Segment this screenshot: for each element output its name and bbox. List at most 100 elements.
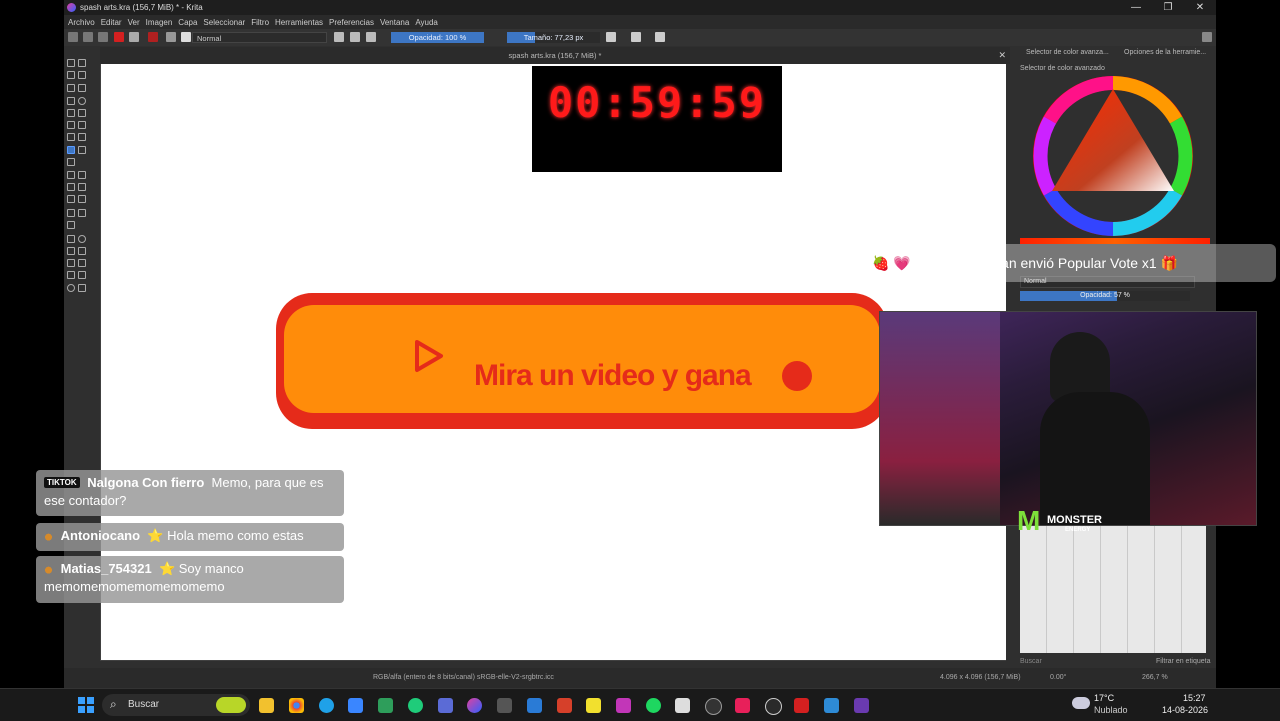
store-icon[interactable] <box>348 698 363 713</box>
weather-temp[interactable]: 17°C <box>1094 693 1114 703</box>
opacity-slider[interactable]: Opacidad: 100 % <box>391 32 484 43</box>
pan-tool-icon[interactable] <box>78 284 86 292</box>
file-explorer-icon[interactable] <box>259 698 274 713</box>
menu-archivo[interactable]: Archivo <box>68 18 95 27</box>
app-icon[interactable] <box>408 698 423 713</box>
app-icon[interactable] <box>705 698 722 715</box>
freehand-select-tool-icon[interactable] <box>78 247 86 255</box>
save-icon[interactable] <box>98 32 108 42</box>
line-tool-icon[interactable] <box>78 84 86 92</box>
smart-patch-tool-icon[interactable] <box>78 183 86 191</box>
rectangle-tool-icon[interactable] <box>67 97 75 105</box>
contiguous-select-tool-icon[interactable] <box>67 259 75 267</box>
menu-ver[interactable]: Ver <box>128 18 140 27</box>
brush-search-input[interactable]: Buscar <box>1020 658 1042 665</box>
layer-opacity-slider[interactable]: Opacidad: 57 % <box>1020 291 1190 301</box>
menu-editar[interactable]: Editar <box>101 18 122 27</box>
edge-icon[interactable] <box>319 698 334 713</box>
blend-mode-select[interactable]: Normal <box>192 32 327 43</box>
reference-images-tool-icon[interactable] <box>67 221 75 229</box>
mirror-vertical-icon[interactable] <box>631 32 641 42</box>
multibrush-tool-icon[interactable] <box>78 133 86 141</box>
move-tool-icon[interactable] <box>78 146 86 154</box>
filter-tag-checkbox[interactable]: Filtrar en etiqueta <box>1156 658 1210 665</box>
app-icon[interactable] <box>557 698 572 713</box>
polyline-tool-icon[interactable] <box>78 109 86 117</box>
taskbar-search[interactable]: ⌕ Buscar <box>102 694 250 716</box>
app-icon[interactable] <box>675 698 690 713</box>
eraser-icon[interactable] <box>334 32 344 42</box>
colorize-mask-tool-icon[interactable] <box>67 183 75 191</box>
mirror-horizontal-icon[interactable] <box>606 32 616 42</box>
app-icon[interactable] <box>616 698 631 713</box>
spotify-icon[interactable] <box>646 698 661 713</box>
zoom-level[interactable]: 266,7 % <box>1142 674 1168 681</box>
open-document-icon[interactable] <box>83 32 93 42</box>
close-tab-icon[interactable]: ✕ <box>998 47 1006 64</box>
krita-taskbar-icon[interactable] <box>467 698 482 713</box>
menu-ventana[interactable]: Ventana <box>380 18 409 27</box>
measure-tool-icon[interactable] <box>78 209 86 217</box>
freehand-path-tool-icon[interactable] <box>78 121 86 129</box>
weather-desc[interactable]: Nublado <box>1094 705 1128 715</box>
windows-start-icon[interactable] <box>78 697 94 713</box>
app-icon[interactable] <box>438 698 453 713</box>
foreground-color-swatch[interactable] <box>114 32 124 42</box>
menu-herramientas[interactable]: Herramientas <box>275 18 323 27</box>
ellipse-select-tool-icon[interactable] <box>78 235 86 243</box>
gradient-tool-icon[interactable] <box>67 171 75 179</box>
color-wheel[interactable] <box>1030 73 1196 239</box>
close-button[interactable]: ✕ <box>1184 0 1216 15</box>
color-selector-tab[interactable]: Selector de color avanza... <box>1026 49 1109 56</box>
text-tool-icon[interactable] <box>78 59 86 67</box>
zoom-tool-icon[interactable] <box>67 284 75 292</box>
similar-select-tool-icon[interactable] <box>78 259 86 267</box>
select-shape-tool-icon[interactable] <box>67 59 75 67</box>
menu-seleccionar[interactable]: Seleccionar <box>203 18 245 27</box>
brush-tool-icon[interactable] <box>67 84 75 92</box>
app-icon[interactable] <box>824 698 839 713</box>
vscode-icon[interactable] <box>527 698 542 713</box>
menu-imagen[interactable]: Imagen <box>146 18 173 27</box>
menu-preferencias[interactable]: Preferencias <box>329 18 374 27</box>
dynamic-brush-tool-icon[interactable] <box>67 133 75 141</box>
color-picker-tool-icon[interactable] <box>78 171 86 179</box>
menu-capa[interactable]: Capa <box>178 18 197 27</box>
enclose-fill-tool-icon[interactable] <box>78 195 86 203</box>
maximize-button[interactable]: ❐ <box>1152 0 1184 15</box>
app-icon[interactable] <box>378 698 393 713</box>
panel-toggle-icon[interactable] <box>1202 32 1212 42</box>
bezier-tool-icon[interactable] <box>67 121 75 129</box>
gradient-swatch[interactable] <box>129 32 139 42</box>
tool-options-tab[interactable]: Opciones de la herramie... <box>1124 49 1206 56</box>
calligraphy-tool-icon[interactable] <box>78 71 86 79</box>
edit-shapes-tool-icon[interactable] <box>67 71 75 79</box>
menu-filtro[interactable]: Filtro <box>251 18 269 27</box>
polygon-select-tool-icon[interactable] <box>67 247 75 255</box>
size-slider[interactable]: Tamaño: 77,23 px <box>507 32 600 43</box>
reload-preset-icon[interactable] <box>366 32 376 42</box>
crop-tool-icon[interactable] <box>67 158 75 166</box>
document-tab[interactable]: spash arts.kra (156,7 MiB) * ✕ <box>100 47 1010 64</box>
app-icon[interactable] <box>794 698 809 713</box>
minimize-button[interactable]: — <box>1120 0 1152 15</box>
fill-tool-icon[interactable] <box>67 195 75 203</box>
transform-tool-icon[interactable] <box>67 146 75 154</box>
app-icon[interactable] <box>586 698 601 713</box>
app-icon[interactable] <box>765 698 782 715</box>
magnetic-select-tool-icon[interactable] <box>78 271 86 279</box>
bezier-select-tool-icon[interactable] <box>67 271 75 279</box>
tiktok-icon[interactable] <box>735 698 750 713</box>
menu-ayuda[interactable]: Ayuda <box>415 18 438 27</box>
app-icon[interactable] <box>497 698 512 713</box>
clock-date[interactable]: 14-08-2026 <box>1162 705 1208 715</box>
ellipse-tool-icon[interactable] <box>78 97 86 105</box>
app-icon[interactable] <box>854 698 869 713</box>
wrap-around-icon[interactable] <box>655 32 665 42</box>
clock-time[interactable]: 15:27 <box>1183 693 1206 703</box>
rect-select-tool-icon[interactable] <box>67 235 75 243</box>
new-document-icon[interactable] <box>68 32 78 42</box>
chrome-icon[interactable] <box>289 698 304 713</box>
assistant-tool-icon[interactable] <box>67 209 75 217</box>
alpha-lock-icon[interactable] <box>350 32 360 42</box>
